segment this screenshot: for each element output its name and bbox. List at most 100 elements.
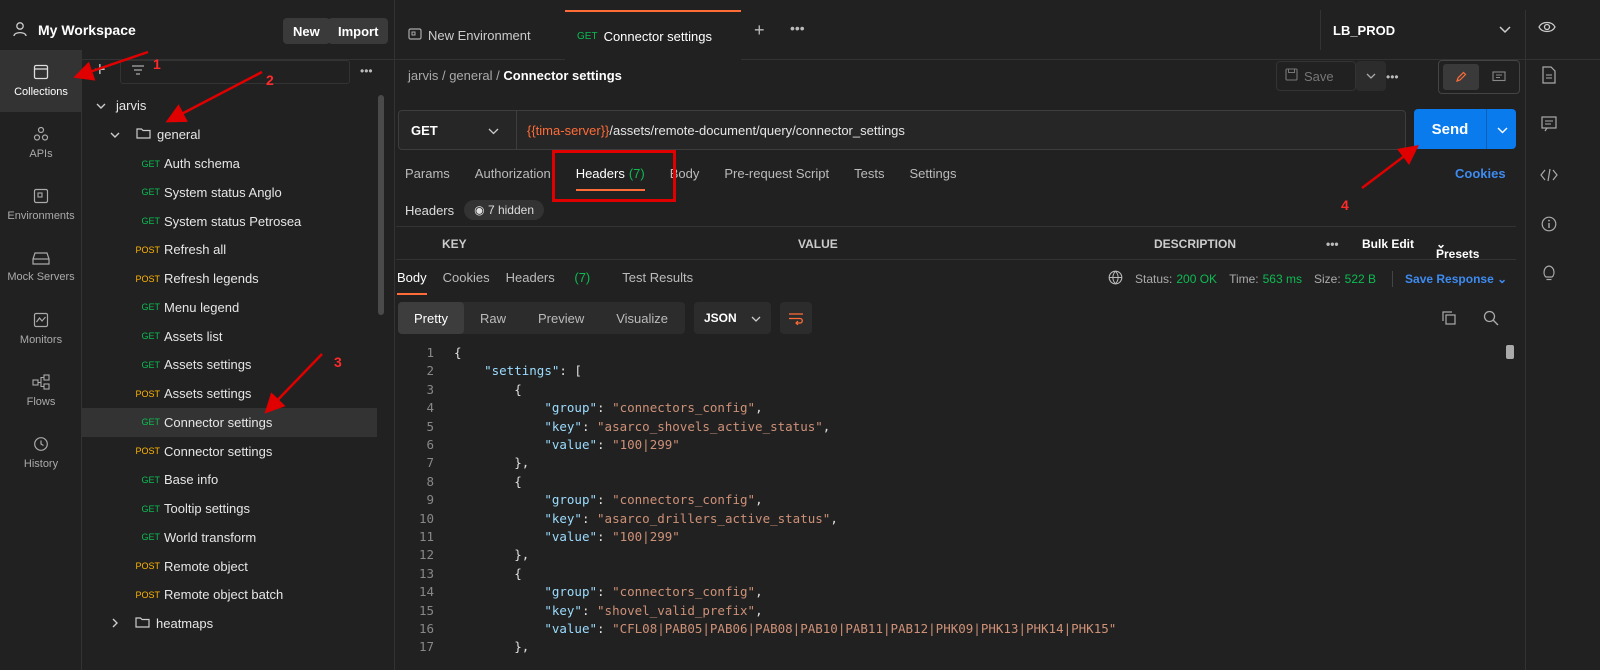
lightbulb-icon[interactable]	[1541, 264, 1557, 285]
send-button[interactable]: Send	[1414, 109, 1516, 149]
tree-request-item[interactable]: GET Menu legend	[82, 293, 377, 322]
response-tab-body[interactable]: Body	[397, 270, 427, 295]
cookies-link[interactable]: Cookies	[1455, 166, 1506, 181]
new-button[interactable]: New	[283, 18, 330, 44]
globe-icon[interactable]	[1108, 270, 1123, 288]
save-icon	[1285, 68, 1298, 84]
code-text: },	[454, 639, 530, 655]
comment-icon[interactable]	[1483, 64, 1515, 90]
view-preview[interactable]: Preview	[522, 302, 600, 334]
chevron-down-icon[interactable]	[1497, 121, 1508, 138]
tab-connector-settings[interactable]: GET Connector settings	[565, 10, 741, 60]
tree-request-item[interactable]: GET System status Anglo	[82, 178, 377, 207]
save-button[interactable]: Save	[1276, 61, 1356, 91]
rail-collections[interactable]: Collections	[0, 50, 82, 112]
tree-request-item[interactable]: GET Tooltip settings	[82, 494, 377, 523]
status-value[interactable]: 200 OK	[1176, 272, 1217, 286]
comments-icon[interactable]	[1541, 116, 1557, 135]
breadcrumb-collection[interactable]: jarvis	[408, 68, 438, 83]
rail-flows[interactable]: Flows	[0, 360, 82, 422]
presets-label: Presets	[1436, 247, 1480, 261]
view-raw[interactable]: Raw	[464, 302, 522, 334]
tree-request-item[interactable]: POST Assets settings	[82, 379, 377, 408]
rail-mock-servers[interactable]: Mock Servers	[0, 236, 82, 298]
tree-request-item[interactable]: POST Remote object batch	[82, 580, 377, 609]
import-button[interactable]: Import	[328, 18, 389, 44]
tab-params[interactable]: Params	[405, 166, 450, 191]
response-tab-test-results[interactable]: Test Results	[622, 270, 693, 295]
tree-request-item[interactable]: GET Auth schema	[82, 149, 377, 178]
view-visualize[interactable]: Visualize	[600, 302, 684, 334]
tree-request-item[interactable]: POST Refresh legends	[82, 264, 377, 293]
annotation-number: 4	[1341, 197, 1349, 213]
tree-request-item[interactable]: GET Base info	[82, 465, 377, 494]
documentation-icon[interactable]	[1542, 66, 1556, 87]
wrap-lines-icon[interactable]	[780, 302, 812, 334]
editor-scrollbar[interactable]	[1506, 345, 1514, 670]
headers-label: Headers	[405, 202, 455, 218]
tree-request-item[interactable]: POST Remote object	[82, 552, 377, 581]
more-tabs-icon[interactable]: •••	[790, 20, 805, 36]
response-tab-headers[interactable]: Headers (7)	[506, 270, 607, 295]
tree-request-item[interactable]: GET World transform	[82, 523, 377, 552]
save-options-dropdown[interactable]	[1356, 61, 1386, 91]
response-tab-cookies[interactable]: Cookies	[443, 270, 490, 295]
size-value[interactable]: 522 B	[1345, 272, 1376, 286]
info-icon[interactable]	[1541, 216, 1557, 235]
environments-icon	[33, 188, 49, 204]
code-line: 10 "key": "asarco_drillers_active_status…	[396, 511, 1496, 529]
tab-new-environment[interactable]: New Environment	[396, 10, 564, 60]
format-value: JSON	[704, 311, 737, 325]
tree-request-item[interactable]: GET Assets list	[82, 322, 377, 351]
rail-label: Collections	[14, 86, 68, 98]
response-tabs: Body Cookies Headers (7) Test Results	[397, 270, 709, 295]
method-select[interactable]: GET	[399, 111, 517, 149]
code-text: "group": "connectors_config",	[544, 400, 763, 416]
more-columns-icon[interactable]: •••	[1326, 237, 1339, 251]
bulk-edit-button[interactable]: Bulk Edit	[1362, 237, 1414, 251]
rail-environments[interactable]: Environments	[0, 174, 82, 236]
code-line: 15 "key": "shovel_valid_prefix",	[396, 603, 1496, 621]
column-description: DESCRIPTION	[1154, 237, 1237, 251]
tab-prerequest-script[interactable]: Pre-request Script	[724, 166, 829, 191]
line-number: 12	[418, 547, 434, 563]
rail-monitors[interactable]: Monitors	[0, 298, 82, 360]
search-icon[interactable]	[1483, 310, 1499, 329]
headers-section: Headers ◉ 7 hidden	[405, 200, 544, 220]
format-select[interactable]: JSON	[694, 302, 771, 334]
url-input[interactable]: {{tima-server}}/assets/remote-document/q…	[517, 123, 905, 138]
time-value[interactable]: 563 ms	[1263, 272, 1302, 286]
save-response-button[interactable]: Save Response ⌄	[1405, 272, 1507, 286]
presets-dropdown[interactable]: Presets ⌄	[1436, 237, 1479, 261]
tree-request-item[interactable]: GET Assets settings	[82, 350, 377, 379]
environment-selector[interactable]: LB_PROD	[1320, 10, 1525, 50]
more-actions-icon[interactable]: •••	[1386, 70, 1399, 84]
rail-history[interactable]: History	[0, 422, 82, 484]
breadcrumb-current[interactable]: Connector settings	[503, 68, 621, 83]
rail-apis[interactable]: APIs	[0, 112, 82, 174]
workspace-title[interactable]: My Workspace	[38, 22, 136, 38]
tab-tests[interactable]: Tests	[854, 166, 884, 191]
hidden-headers-toggle[interactable]: ◉ 7 hidden	[464, 200, 544, 220]
tab-settings[interactable]: Settings	[909, 166, 956, 191]
code-snippet-icon[interactable]	[1540, 168, 1558, 185]
response-body-editor[interactable]: 1{2 "settings": [3 {4 "group": "connecto…	[396, 345, 1506, 670]
user-icon[interactable]	[12, 21, 28, 40]
view-pretty[interactable]: Pretty	[398, 302, 464, 334]
edit-icon[interactable]	[1443, 64, 1479, 90]
tree-request-item[interactable]: POST Refresh all	[82, 235, 377, 264]
tree-request-item[interactable]: POST Connector settings	[82, 437, 377, 466]
column-value: VALUE	[798, 237, 838, 251]
tab-authorization[interactable]: Authorization	[475, 166, 551, 191]
add-tab-icon[interactable]: +	[754, 20, 765, 41]
breadcrumb-folder[interactable]: general	[449, 68, 492, 83]
sidebar-scrollbar[interactable]	[378, 95, 384, 315]
tree-request-item[interactable]: GET System status Petrosea	[82, 207, 377, 236]
copy-icon[interactable]	[1442, 311, 1456, 328]
tree-folder-heatmaps[interactable]: heatmaps	[82, 609, 377, 638]
tree-request-item[interactable]: GET Connector settings	[82, 407, 377, 437]
tree-folder-general[interactable]: general	[82, 120, 377, 149]
tree-collection-jarvis[interactable]: jarvis	[82, 91, 377, 120]
more-options-icon[interactable]: •••	[360, 64, 373, 78]
add-collection-icon[interactable]: +	[94, 59, 106, 82]
